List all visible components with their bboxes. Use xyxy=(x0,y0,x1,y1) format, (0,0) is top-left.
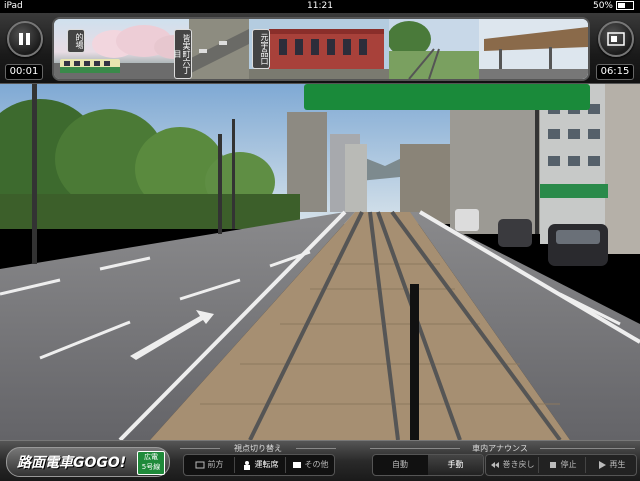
front-view-icon xyxy=(195,461,204,468)
announce-playback-control: 巻き戻し 停止 再生 xyxy=(485,454,637,476)
route-strip[interactable]: 的場 皆実町六丁目 元宇品口 xyxy=(52,17,590,81)
pause-button[interactable] xyxy=(7,21,43,57)
view-switch-control: 前方 運転席 その他 xyxy=(183,454,335,476)
announce-auto-button[interactable]: 自動 xyxy=(373,455,427,475)
other-view-icon xyxy=(292,461,301,468)
view-switch-label: 視点切り替え xyxy=(234,444,282,453)
route-thumbnail xyxy=(387,19,479,79)
announce-mode-control: 自動 手動 xyxy=(372,454,484,476)
elapsed-time: 00:01 xyxy=(5,64,43,80)
building-thumbnail-image xyxy=(249,19,389,79)
rewind-label: 巻き戻し xyxy=(502,460,535,469)
stop-icon xyxy=(549,461,556,468)
route-thumbnail xyxy=(479,19,588,79)
stop-button[interactable]: 停止 xyxy=(539,455,585,475)
group-rule xyxy=(296,448,336,449)
driver-seat-icon xyxy=(243,460,250,470)
line-badge-line: 5号線 xyxy=(141,463,161,471)
app-title: 路面電車GOGO! xyxy=(17,455,127,471)
view-front-label: 前方 xyxy=(207,460,224,469)
rewind-button[interactable]: 巻き戻し xyxy=(486,455,538,475)
view-driver-label: 運転席 xyxy=(254,460,279,469)
route-thumbnail xyxy=(249,19,389,79)
bottom-control-bar: 路面電車GOGO! 広電 5号線 視点切り替え 前方 運転席 その他 車内アナウ… xyxy=(0,440,640,481)
video-view[interactable] xyxy=(0,84,640,440)
battery-indicator: 50% xyxy=(593,0,634,13)
app-logo: 路面電車GOGO! 広電 5号線 xyxy=(6,447,170,477)
play-button[interactable]: 再生 xyxy=(586,455,636,475)
clock: 11:21 xyxy=(307,1,333,11)
view-other-button[interactable]: その他 xyxy=(286,455,334,475)
group-rule xyxy=(540,448,635,449)
play-icon xyxy=(598,460,606,469)
stop-label: 的場 xyxy=(67,29,85,53)
top-control-bar: 00:01 的場 皆実町六丁目 元宇品口 06:15 xyxy=(0,13,640,84)
route-thumbnail xyxy=(189,19,249,79)
rewind-icon xyxy=(490,461,499,468)
road-thumbnail-image xyxy=(189,19,249,79)
announce-manual-label: 手動 xyxy=(447,460,464,469)
announce-auto-label: 自動 xyxy=(392,460,408,469)
line-badge: 広電 5号線 xyxy=(137,451,165,475)
tram-front-view-image xyxy=(0,84,640,440)
view-toggle-button[interactable] xyxy=(598,21,634,57)
total-time: 06:15 xyxy=(596,64,634,80)
view-driver-button[interactable]: 運転席 xyxy=(235,455,285,475)
view-other-label: その他 xyxy=(304,460,329,469)
line-badge-company: 広電 xyxy=(144,453,158,461)
battery-percent: 50% xyxy=(592,1,613,11)
status-bar: iPad 11:21 50% xyxy=(0,0,640,13)
announce-manual-button[interactable]: 手動 xyxy=(428,455,483,475)
track-thumbnail-image xyxy=(387,19,479,79)
station-thumbnail-image xyxy=(479,19,588,79)
play-label: 再生 xyxy=(609,460,626,469)
stop-label: 元宇品口 xyxy=(252,29,270,69)
battery-icon xyxy=(616,1,634,10)
group-rule xyxy=(180,448,220,449)
stop-label: 皆実町六丁目 xyxy=(173,29,192,79)
view-front-button[interactable]: 前方 xyxy=(184,455,234,475)
announce-label: 車内アナウンス xyxy=(472,444,528,453)
group-rule xyxy=(370,448,460,449)
screen-toggle-icon xyxy=(607,32,625,46)
stop-label-text: 停止 xyxy=(560,460,577,469)
